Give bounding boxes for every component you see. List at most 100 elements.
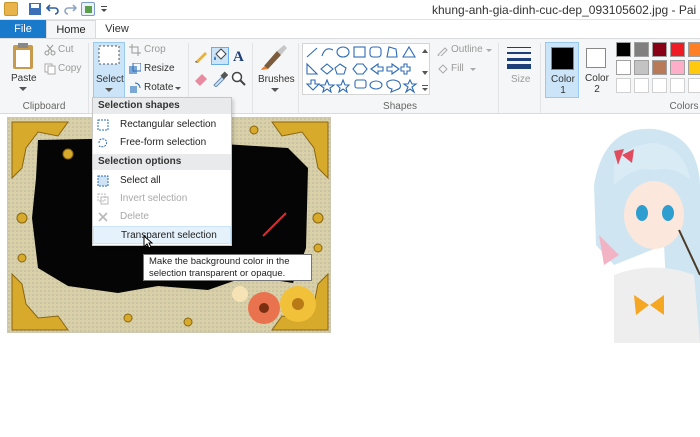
free-form-selection-item[interactable]: Free-form selection [93, 134, 231, 152]
svg-text:A: A [233, 49, 244, 65]
tab-file[interactable]: File [0, 20, 46, 39]
chevron-down-icon [175, 87, 181, 90]
color-swatch[interactable] [652, 42, 667, 57]
color-picker-tool[interactable] [212, 71, 229, 88]
color-swatch[interactable] [670, 42, 685, 57]
shapes-gallery[interactable] [302, 43, 430, 95]
undo-icon[interactable] [45, 2, 60, 16]
color2-button[interactable]: Color 2 [582, 42, 612, 98]
separator [298, 43, 299, 113]
pencil-tool[interactable] [193, 48, 209, 64]
fill-button[interactable]: Fill [436, 63, 486, 77]
color-swatch[interactable] [688, 42, 700, 57]
title-bar: khung-anh-gia-dinh-cuc-dep_093105602.jpg… [0, 0, 700, 20]
colors-group-label: Colors [669, 101, 699, 112]
size-button[interactable]: Size [502, 42, 536, 98]
chevron-down-icon [486, 49, 492, 52]
paste-button[interactable]: Paste [6, 41, 40, 97]
fill-tool[interactable] [211, 47, 229, 65]
brushes-label: Brushes [258, 74, 295, 85]
color1-swatch [551, 47, 574, 70]
color1-label: Color 1 [551, 74, 575, 96]
transparent-selection-tooltip: Make the background color in the selecti… [143, 254, 312, 281]
scroll-arrows-icon [422, 49, 428, 91]
cut-label: Cut [58, 44, 74, 55]
scissors-icon [44, 44, 56, 56]
crop-label: Crop [144, 44, 166, 55]
resize-icon [129, 62, 142, 74]
redo-icon[interactable] [63, 2, 78, 16]
paint-app-icon[interactable] [4, 2, 18, 16]
outline-label: Outline [451, 44, 483, 55]
chevron-down-icon [271, 88, 279, 92]
rotate-label: Rotate [144, 82, 174, 93]
resize-label: Resize [144, 63, 175, 74]
chevron-down-icon [105, 88, 113, 92]
free-form-selection-label: Free-form selection [120, 137, 207, 148]
chevron-down-icon [19, 87, 27, 91]
custom-color-slot[interactable] [634, 78, 649, 93]
transparent-selection-item[interactable]: Transparent selection [93, 226, 231, 244]
invert-selection-item[interactable]: Invert selection [93, 190, 231, 208]
paint-bucket-icon [214, 48, 227, 60]
outline-icon [437, 47, 448, 58]
custom-color-slot[interactable] [616, 78, 631, 93]
color-swatch[interactable] [670, 60, 685, 75]
rectangular-selection-label: Rectangular selection [120, 119, 217, 130]
shapes-icon [305, 45, 418, 94]
cut-button[interactable]: Cut [44, 44, 80, 58]
eraser-tool[interactable] [193, 71, 209, 87]
color-swatch[interactable] [634, 60, 649, 75]
select-dropdown-menu: Selection shapes Rectangular selection F… [92, 97, 232, 246]
crop-button[interactable]: Crop [129, 44, 173, 58]
color2-swatch [586, 48, 606, 68]
selection-options-header: Selection options [93, 154, 231, 170]
color-swatch[interactable] [688, 60, 700, 75]
anime-character-picture[interactable] [574, 125, 700, 343]
color1-button[interactable]: Color 1 [545, 42, 579, 98]
window-title: khung-anh-gia-dinh-cuc-dep_093105602.jpg… [432, 3, 697, 17]
copy-icon [44, 63, 56, 75]
custom-color-slot[interactable] [670, 78, 685, 93]
delete-item[interactable]: Delete [93, 208, 231, 226]
magnifier-icon [231, 71, 246, 86]
shapes-scroll[interactable] [420, 43, 430, 95]
outline-button[interactable]: Outline [436, 44, 494, 58]
separator [540, 43, 541, 113]
anime-girl-illustration [594, 128, 700, 343]
paste-label: Paste [11, 73, 37, 84]
color-swatch[interactable] [634, 42, 649, 57]
magnifier-tool[interactable] [231, 71, 247, 87]
tab-home[interactable]: Home [46, 20, 96, 39]
text-icon: A [233, 49, 244, 65]
selection-shapes-header: Selection shapes [93, 98, 231, 114]
resize-button[interactable]: Resize [129, 62, 179, 77]
tab-view[interactable]: View [96, 20, 138, 39]
custom-color-slot[interactable] [688, 78, 700, 93]
color-swatch[interactable] [652, 60, 667, 75]
pencil-icon [195, 52, 207, 63]
screenshot-icon[interactable] [81, 2, 95, 16]
custom-color-slot[interactable] [652, 78, 667, 93]
brush-icon [261, 45, 287, 70]
rectangular-selection-item[interactable]: Rectangular selection [93, 116, 231, 134]
rectangle-select-icon [98, 45, 120, 65]
shapes-group-label: Shapes [383, 101, 417, 112]
select-button[interactable]: Select [93, 42, 125, 98]
text-tool[interactable]: A [231, 47, 247, 65]
copy-button[interactable]: Copy [44, 63, 84, 77]
fill-bucket-icon [438, 64, 448, 74]
crop-icon [129, 44, 141, 56]
save-icon[interactable] [28, 2, 42, 16]
rotate-button[interactable]: Rotate [129, 82, 184, 96]
color-swatch[interactable] [616, 60, 631, 75]
eyedropper-icon [213, 71, 229, 88]
select-label: Select [96, 74, 124, 85]
customize-qat-icon[interactable] [99, 2, 113, 16]
separator [88, 43, 89, 113]
line-width-icon [507, 47, 531, 69]
color-swatch[interactable] [616, 42, 631, 57]
brushes-button[interactable]: Brushes [257, 42, 295, 98]
eraser-icon [195, 74, 207, 86]
select-all-item[interactable]: Select all [93, 172, 231, 190]
